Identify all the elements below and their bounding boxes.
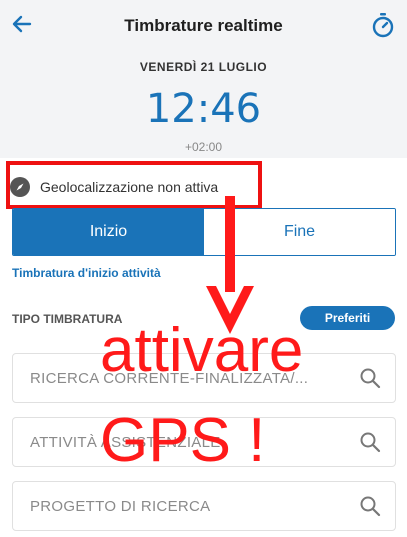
current-time: 12:46 [145, 86, 262, 132]
current-date: VENERDÌ 21 LUGLIO [139, 60, 268, 74]
search-icon[interactable] [359, 431, 381, 453]
favorites-button[interactable]: Preferiti [300, 306, 395, 330]
search-icon[interactable] [359, 367, 381, 389]
stopwatch-icon[interactable] [371, 12, 395, 38]
search-field-3[interactable]: PROGETTO DI RICERCA [12, 481, 396, 531]
search-field-value: PROGETTO DI RICERCA [30, 497, 211, 515]
page-title: Timbrature realtime [124, 16, 283, 35]
clock-type-label[interactable]: Timbratura d'inizio attività [12, 266, 161, 280]
annotation-text-line2: GPS ! [100, 406, 266, 475]
search-icon[interactable] [359, 495, 381, 517]
start-button[interactable]: Inizio [13, 209, 204, 255]
annotation-text-line1: attivare [100, 316, 304, 385]
app-header: Timbrature realtime VENERDÌ 21 LUGLIO 12… [0, 0, 407, 158]
timezone-offset: +02:00 [184, 140, 223, 154]
